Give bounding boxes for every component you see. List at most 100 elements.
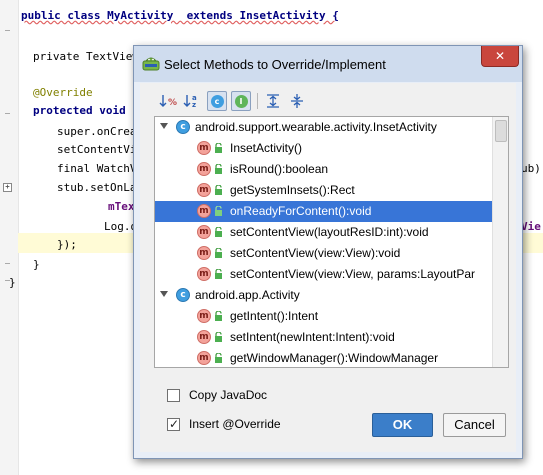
expand-all-icon	[267, 94, 279, 108]
checkmark-icon: ✓	[169, 417, 180, 431]
code-line-class-decl[interactable]: public class MyActivity extends InsetAct…	[21, 9, 339, 23]
ok-button[interactable]: OK	[372, 413, 433, 437]
code-fragment-right: Vie	[521, 220, 541, 234]
close-icon: ✕	[494, 49, 506, 63]
unlocked-visibility-icon	[215, 164, 222, 174]
scrollbar-thumb[interactable]	[495, 120, 507, 142]
code-line-stub[interactable]: stub.setOnLay	[57, 181, 143, 195]
copy-javadoc-checkbox[interactable]	[167, 389, 180, 402]
method-row[interactable]: m setContentView(layoutResID:int):void	[155, 222, 492, 243]
collapse-all-button[interactable]	[287, 91, 307, 111]
code-text: protected void	[33, 104, 126, 117]
code-text: @Override	[33, 86, 93, 99]
method-row[interactable]: m isRound():boolean	[155, 159, 492, 180]
class-name: android.app.Activity	[195, 288, 300, 302]
code-text: private TextView	[33, 50, 139, 63]
sort-by-visibility-icon: %	[159, 95, 177, 108]
class-filter-icon: c	[210, 95, 224, 108]
android-studio-icon	[142, 57, 160, 71]
unlocked-visibility-icon	[215, 143, 222, 153]
code-fragment-right: ub);	[521, 162, 543, 176]
code-text: super.onCrea	[57, 125, 137, 138]
code-line-close-method[interactable]: }	[33, 258, 40, 272]
method-icon: m	[197, 183, 211, 197]
method-name: setContentView(view:View):void	[230, 246, 401, 260]
method-name: isRound():boolean	[230, 162, 329, 176]
expand-caret-icon[interactable]	[160, 291, 168, 297]
method-name: setContentView(layoutResID:int):void	[230, 225, 429, 239]
sort-by-visibility-button[interactable]: %	[158, 91, 178, 111]
show-classes-toggle[interactable]: c	[207, 91, 227, 111]
code-line-super[interactable]: super.onCrea	[57, 125, 136, 139]
method-icon: m	[197, 267, 211, 281]
method-icon: m	[197, 309, 211, 323]
collapse-all-icon	[291, 94, 303, 108]
method-row[interactable]: m InsetActivity()	[155, 138, 492, 159]
code-text: mTex	[108, 200, 135, 213]
unlocked-visibility-icon	[215, 227, 222, 237]
interface-filter-icon: I	[234, 95, 248, 108]
method-row[interactable]: m getSystemInsets():Rect	[155, 180, 492, 201]
insert-override-checkbox[interactable]: ✓	[167, 417, 180, 431]
sort-alphabetically-icon: a z	[183, 94, 197, 109]
method-name: setIntent(newIntent:Intent):void	[230, 330, 395, 344]
code-text: });	[57, 238, 77, 251]
method-name: getWindowManager():WindowManager	[230, 351, 439, 365]
fold-marker	[5, 263, 10, 264]
code-line-final[interactable]: final WatchV	[57, 162, 136, 176]
code-text: ub);	[521, 162, 543, 175]
fold-expand-icon[interactable]: +	[3, 183, 12, 192]
code-line-field[interactable]: private TextView	[33, 50, 139, 64]
code-text: stub.setOnLay	[57, 181, 144, 194]
unlocked-visibility-icon	[215, 353, 222, 363]
code-text: Vie	[521, 220, 541, 233]
method-icon: m	[197, 246, 211, 260]
class-icon: c	[176, 288, 190, 302]
code-line-method-decl[interactable]: protected void	[33, 104, 126, 118]
unlocked-visibility-icon	[215, 248, 222, 258]
tree-group-row[interactable]: c android.app.Activity	[155, 285, 492, 306]
unlocked-visibility-icon	[215, 185, 222, 195]
insert-override-label[interactable]: Insert @Override	[189, 417, 281, 432]
code-line-close-class[interactable]: }	[9, 276, 16, 290]
code-line-set-content[interactable]: setContentVie	[57, 143, 143, 157]
close-button[interactable]: ✕	[481, 46, 519, 67]
method-name: getIntent():Intent	[230, 309, 319, 323]
method-row[interactable]: m setContentView(view:View, params:Layou…	[155, 264, 492, 285]
svg-text:z: z	[192, 101, 196, 109]
tree-group-row[interactable]: c android.support.wearable.activity.Inse…	[155, 117, 492, 138]
code-line-field-ref[interactable]: mTex	[108, 200, 135, 214]
methods-tree[interactable]: c android.support.wearable.activity.Inse…	[154, 116, 509, 368]
method-icon: m	[197, 141, 211, 155]
unlocked-visibility-icon	[215, 206, 222, 216]
expand-caret-icon[interactable]	[160, 123, 168, 129]
unlocked-visibility-icon	[215, 269, 222, 279]
method-icon: m	[197, 330, 211, 344]
expand-all-button[interactable]	[263, 91, 283, 111]
method-icon: m	[197, 204, 211, 218]
sort-alphabetically-button[interactable]: a z	[182, 91, 202, 111]
method-row[interactable]: m getIntent():Intent	[155, 306, 492, 327]
cancel-button[interactable]: Cancel	[443, 413, 506, 437]
editor-gutter: +	[0, 0, 19, 475]
class-icon: c	[176, 120, 190, 134]
code-line-close-lambda[interactable]: });	[57, 238, 77, 252]
toolbar-separator	[257, 93, 258, 109]
code-line-annotation[interactable]: @Override	[33, 86, 93, 100]
method-row[interactable]: m setIntent(newIntent:Intent):void	[155, 327, 492, 348]
method-icon: m	[197, 351, 211, 365]
copy-javadoc-label[interactable]: Copy JavaDoc	[189, 388, 267, 403]
method-row[interactable]: m setContentView(view:View):void	[155, 243, 492, 264]
show-interfaces-toggle[interactable]: I	[231, 91, 251, 111]
method-row-selected[interactable]: m onReadyForContent():void	[155, 201, 492, 222]
tree-scrollbar[interactable]	[492, 117, 508, 367]
unlocked-visibility-icon	[215, 311, 222, 321]
code-text: public class MyActivity extends InsetAct…	[21, 9, 339, 22]
method-icon: m	[197, 225, 211, 239]
method-icon: m	[197, 162, 211, 176]
method-row[interactable]: m getWindowManager():WindowManager	[155, 348, 492, 367]
code-text: setContentVie	[57, 143, 144, 156]
class-name: android.support.wearable.activity.InsetA…	[195, 120, 437, 134]
dialog-titlebar[interactable]: Select Methods to Override/Implement ✕	[134, 46, 522, 82]
unlocked-visibility-icon	[215, 332, 222, 342]
